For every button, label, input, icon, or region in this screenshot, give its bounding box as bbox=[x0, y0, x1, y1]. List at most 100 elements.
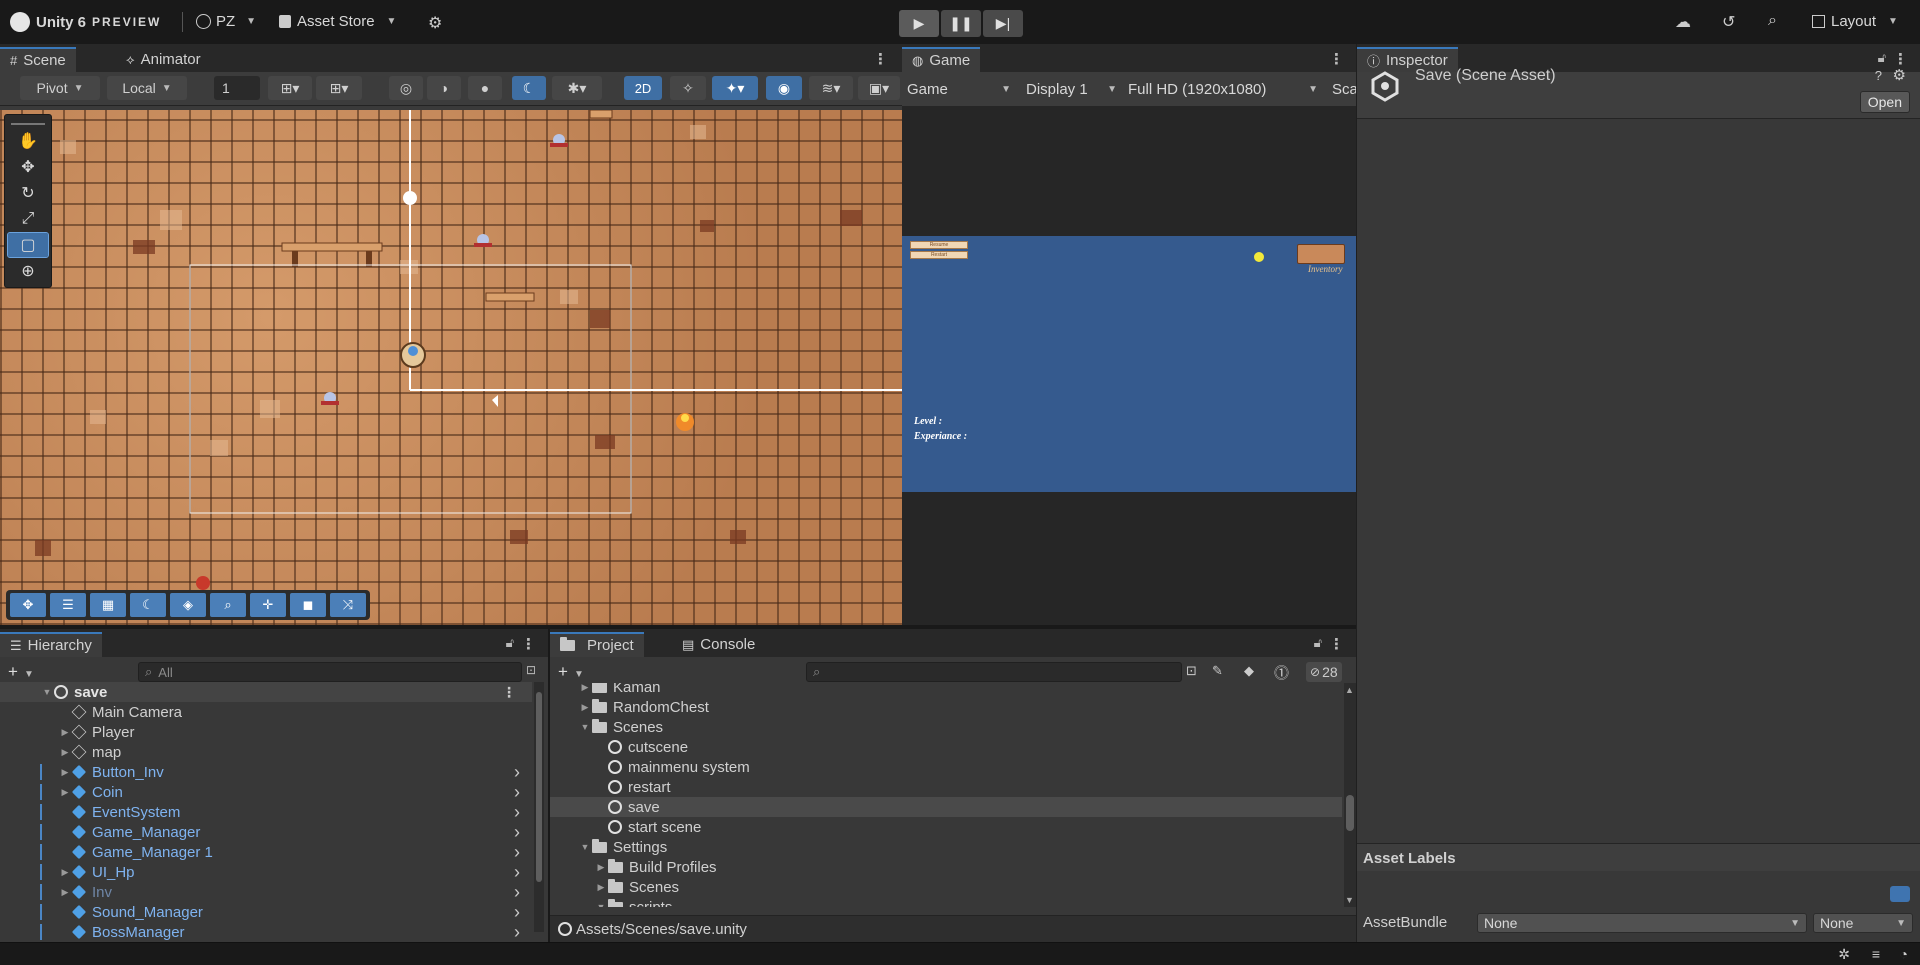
search-options-icon[interactable]: ⊡ bbox=[526, 663, 536, 677]
open-prefab-icon[interactable]: › bbox=[514, 862, 520, 883]
settings-icon[interactable]: ⚙ bbox=[1893, 66, 1906, 84]
local-dropdown[interactable]: Local ▼ bbox=[107, 76, 187, 100]
hierarchy-item[interactable]: Main Camera bbox=[0, 702, 532, 722]
tab-console[interactable]: ▤ Console bbox=[672, 632, 765, 657]
hierarchy-item[interactable]: Sound_Manager › bbox=[0, 902, 532, 922]
open-prefab-icon[interactable]: › bbox=[514, 822, 520, 843]
lock-icon[interactable]: 🔓︎ bbox=[1878, 50, 1886, 66]
camera-dropdown[interactable]: ▣▾ bbox=[858, 76, 900, 100]
transform-tool-icon[interactable]: ⊕ bbox=[8, 259, 48, 283]
project-item[interactable]: restart bbox=[550, 777, 1342, 797]
project-item[interactable]: ▼ Settings bbox=[550, 837, 1342, 857]
chevron-right-icon[interactable]: ▶ bbox=[578, 702, 592, 713]
project-scrollbar[interactable]: ▲ ▼ bbox=[1344, 683, 1356, 907]
display-dropdown[interactable]: Display 1 ▼ bbox=[1026, 78, 1121, 100]
search-icon[interactable]: ⌕ bbox=[1768, 12, 1777, 30]
account-dropdown[interactable]: PZ ▼ bbox=[196, 13, 256, 30]
chevron-right-icon[interactable]: ▶ bbox=[58, 867, 72, 878]
scale-tool-icon[interactable]: ⤢ bbox=[8, 207, 48, 231]
moon-icon[interactable]: ☾ bbox=[130, 593, 166, 617]
game-mode-dropdown[interactable]: Game ▼ bbox=[907, 78, 1015, 100]
search-by-type-icon[interactable]: ⊡ bbox=[1186, 663, 1197, 679]
hierarchy-item[interactable]: ▶ Button_Inv › bbox=[0, 762, 532, 782]
pause-button[interactable]: ❚❚ bbox=[941, 10, 981, 37]
hierarchy-item[interactable]: Game_Manager › bbox=[0, 822, 532, 842]
rotate-tool-icon[interactable]: ↻ bbox=[8, 181, 48, 205]
chevron-right-icon[interactable]: ▶ bbox=[58, 787, 72, 798]
hierarchy-item[interactable]: EventSystem › bbox=[0, 802, 532, 822]
hierarchy-item[interactable]: Game_Manager 1 › bbox=[0, 842, 532, 862]
layers-dropdown[interactable]: ≋▾ bbox=[809, 76, 853, 100]
hierarchy-scrollbar[interactable] bbox=[534, 682, 544, 932]
open-prefab-icon[interactable]: › bbox=[514, 782, 520, 803]
more-icon[interactable]: ⋮ bbox=[873, 50, 888, 68]
grid-settings-button[interactable]: ⊞▾ bbox=[316, 76, 362, 100]
debug-icon[interactable]: ✲ bbox=[1838, 946, 1850, 963]
hand-tool-icon[interactable]: ✋ bbox=[8, 129, 48, 153]
tab-game[interactable]: ◍ Game bbox=[902, 47, 981, 72]
open-prefab-icon[interactable]: › bbox=[514, 922, 520, 943]
project-item[interactable]: start scene bbox=[550, 817, 1342, 837]
create-asset-button[interactable]: + ▼ bbox=[558, 662, 584, 682]
chevron-right-icon[interactable]: ▶ bbox=[58, 727, 72, 738]
hierarchy-item[interactable]: ▶ Player bbox=[0, 722, 532, 742]
unity-menu[interactable]: Unity 6 PREVIEW bbox=[10, 12, 161, 32]
project-item[interactable]: ▼ scripts bbox=[550, 897, 1342, 907]
project-item[interactable]: ▶ Kaman bbox=[550, 683, 1342, 697]
scroll-down-icon[interactable]: ▼ bbox=[1345, 895, 1354, 905]
create-button[interactable]: + ▼ bbox=[8, 662, 34, 682]
tag-icon[interactable] bbox=[1890, 886, 1910, 902]
pivot-dropdown[interactable]: Pivot ▼ bbox=[20, 76, 100, 100]
scroll-up-icon[interactable]: ▲ bbox=[1345, 685, 1354, 695]
more-icon[interactable]: ⋮ bbox=[1329, 635, 1344, 653]
draw-mode-shaded-button[interactable]: ◑ bbox=[427, 76, 461, 100]
chevron-right-icon[interactable]: ▶ bbox=[578, 683, 592, 693]
hierarchy-item[interactable]: BossManager › bbox=[0, 922, 532, 942]
tab-hierarchy[interactable]: ☰ Hierarchy bbox=[0, 632, 102, 657]
more-icon[interactable]: ⋮ bbox=[521, 635, 536, 653]
history-icon[interactable]: ↺ bbox=[1722, 12, 1735, 32]
chevron-right-icon[interactable]: ▶ bbox=[594, 862, 608, 873]
chevron-down-icon[interactable]: ▼ bbox=[578, 842, 592, 852]
lighting-toggle[interactable]: ✧ bbox=[670, 76, 706, 100]
project-item[interactable]: ▶ Scenes bbox=[550, 877, 1342, 897]
scene-root-row[interactable]: ▼ save ⋮ bbox=[0, 682, 532, 702]
cloud-icon[interactable]: ☁ bbox=[1675, 12, 1691, 32]
hidden-packages-toggle[interactable]: ⊘ 28 bbox=[1306, 662, 1342, 682]
project-search-input[interactable]: ⌕ bbox=[806, 662, 1182, 682]
align-icon[interactable]: ☰ bbox=[50, 593, 86, 617]
draw-mode-wire-button[interactable]: ◎ bbox=[389, 76, 423, 100]
tab-scene[interactable]: # Scene bbox=[0, 47, 76, 72]
pivot-icon[interactable]: ✛ bbox=[250, 593, 286, 617]
hierarchy-item[interactable]: ▶ Coin › bbox=[0, 782, 532, 802]
scale-slider[interactable]: Sca bbox=[1332, 78, 1356, 100]
project-item[interactable]: ▶ Build Profiles bbox=[550, 857, 1342, 877]
open-prefab-icon[interactable]: › bbox=[514, 882, 520, 903]
scrollbar-thumb[interactable] bbox=[536, 692, 542, 882]
step-button[interactable]: ▶| bbox=[983, 10, 1023, 37]
effects-toggle[interactable]: ✦▾ bbox=[712, 76, 758, 100]
tab-project[interactable]: Project bbox=[550, 632, 644, 657]
project-item[interactable]: mainmenu system bbox=[550, 757, 1342, 777]
hierarchy-item[interactable]: ▶ UI_Hp › bbox=[0, 862, 532, 882]
drag-handle[interactable] bbox=[11, 117, 45, 125]
lock-icon[interactable]: 🔓︎ bbox=[506, 635, 514, 651]
scrollbar-thumb[interactable] bbox=[1346, 795, 1354, 831]
layout-dropdown[interactable]: Layout ▼ bbox=[1812, 13, 1898, 30]
gear-icon[interactable]: ⚙ bbox=[428, 13, 442, 33]
scene-viewport[interactable]: ✋ ✥ ↻ ⤢ ▢ ⊕ ✥ ☰ ▦ ☾ ◈ ⌕ ✛ ◼ ⤨ bbox=[0, 110, 902, 625]
asset-variant-dropdown[interactable]: None ▼ bbox=[1813, 913, 1913, 933]
debug-draw-button[interactable]: ✱▾ bbox=[552, 76, 602, 100]
visibility-toggle[interactable]: ◉ bbox=[766, 76, 802, 100]
camera-icon[interactable]: ◼ bbox=[290, 593, 326, 617]
chevron-right-icon[interactable]: ▶ bbox=[58, 887, 72, 898]
label-icon[interactable]: ◆ bbox=[1244, 663, 1254, 679]
open-prefab-icon[interactable]: › bbox=[514, 802, 520, 823]
asset-bundle-dropdown[interactable]: None ▼ bbox=[1477, 913, 1807, 933]
chevron-down-icon[interactable]: ▼ bbox=[578, 722, 592, 732]
hierarchy-search-input[interactable]: ⌕ All bbox=[138, 662, 522, 682]
more-icon[interactable]: ⋮ bbox=[1329, 50, 1344, 68]
layers-icon[interactable]: ◈ bbox=[170, 593, 206, 617]
lock-icon[interactable]: 🔓︎ bbox=[1314, 635, 1322, 651]
toggle-2d-button[interactable]: 2D bbox=[624, 76, 662, 100]
